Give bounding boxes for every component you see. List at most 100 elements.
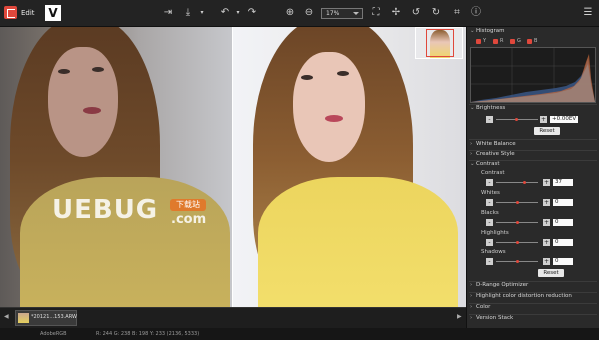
actual-size-icon[interactable]: ✢ xyxy=(390,7,402,19)
whites-value[interactable]: 0 xyxy=(553,199,573,206)
filmstrip: *20121...153.ARW xyxy=(0,307,466,328)
eye-left xyxy=(301,75,313,80)
white-balance-label: White Balance xyxy=(476,141,516,147)
contrast-label: Contrast xyxy=(481,170,505,176)
shadows-value[interactable]: 0 xyxy=(553,258,573,265)
filmstrip-next-icon[interactable]: ▶ xyxy=(457,313,462,320)
channel-r-label: R xyxy=(500,38,504,44)
settings-sliders-icon[interactable]: ☰ xyxy=(582,7,594,19)
filmstrip-file-name: *20121...153.ARW xyxy=(31,314,77,320)
creative-style-label: Creative Style xyxy=(476,151,515,157)
blacks-value[interactable]: 0 xyxy=(553,219,573,226)
channel-b-checkbox[interactable] xyxy=(527,39,532,44)
rotate-left-icon[interactable]: ↺ xyxy=(410,7,422,19)
highlight-distortion-header[interactable]: › Highlight color distortion reduction xyxy=(470,293,595,299)
navigator-viewport[interactable] xyxy=(426,29,454,57)
version-stack-label: Version Stack xyxy=(476,315,514,321)
whites-slider-thumb[interactable] xyxy=(516,201,519,204)
zoom-select[interactable]: 17% xyxy=(321,8,363,19)
contrast-slider-thumb[interactable] xyxy=(523,181,526,184)
filmstrip-prev-icon[interactable]: ◀ xyxy=(4,313,9,320)
creative-style-header[interactable]: › Creative Style xyxy=(470,151,595,157)
color-profile: AdobeRGB xyxy=(40,331,67,337)
highlight-distortion-label: Highlight color distortion reduction xyxy=(476,293,572,299)
shadows-decrease-button[interactable]: - xyxy=(486,258,493,265)
shadows-increase-button[interactable]: + xyxy=(543,258,550,265)
brightness-header[interactable]: ⌄Brightness xyxy=(470,105,595,111)
shadows-label: Shadows xyxy=(481,249,506,255)
highlights-label: Highlights xyxy=(481,230,509,236)
download-menu-icon[interactable]: ▾ xyxy=(196,7,208,19)
redo-icon[interactable]: ↷ xyxy=(246,7,258,19)
blacks-decrease-button[interactable]: - xyxy=(486,219,493,226)
brightness-label: Brightness xyxy=(476,105,506,111)
adjustment-panel: ⌄Histogram Y R G B ⌄Brightness - + +0.00… xyxy=(466,27,599,328)
zoom-in-icon[interactable]: ⊕ xyxy=(284,7,296,19)
export-icon[interactable]: ⇥ xyxy=(162,7,174,19)
dress-shape xyxy=(258,177,458,307)
contrast-value[interactable]: 37 xyxy=(553,179,573,186)
watermark-text: UEBUG xyxy=(52,195,159,225)
app-window: Edit V ⇥ ⤓ ▾ ↶ ▾ ↷ ⊕ ⊖ 17% ⛶ ✢ ↺ ↻ ⌗ ⓘ ☰ xyxy=(0,0,599,340)
fit-screen-icon[interactable]: ⛶ xyxy=(370,7,382,19)
highlights-increase-button[interactable]: + xyxy=(543,239,550,246)
whites-decrease-button[interactable]: - xyxy=(486,199,493,206)
filmstrip-item[interactable]: *20121...153.ARW xyxy=(15,310,77,326)
contrast-reset-button[interactable]: Reset xyxy=(538,269,564,277)
version-stack-header[interactable]: › Version Stack xyxy=(470,315,595,321)
navigator-thumbnail[interactable] xyxy=(415,27,463,59)
channel-y-label: Y xyxy=(483,38,487,44)
blacks-increase-button[interactable]: + xyxy=(543,219,550,226)
app-logo-icon xyxy=(4,6,17,19)
histogram-header[interactable]: ⌄Histogram xyxy=(470,28,595,34)
face-shape xyxy=(293,52,365,162)
contrast-slider[interactable] xyxy=(496,182,538,183)
filmstrip-thumbnail xyxy=(18,313,29,323)
contrast-increase-button[interactable]: + xyxy=(543,179,550,186)
channel-g-checkbox[interactable] xyxy=(510,39,515,44)
blacks-label: Blacks xyxy=(481,210,499,216)
brightness-reset-button[interactable]: Reset xyxy=(534,127,560,135)
pixel-readout: R: 244 G: 238 B: 198 Y: 233 (2136, 5333) xyxy=(96,331,200,337)
lips-shape xyxy=(83,107,101,114)
face-shape xyxy=(48,47,118,157)
eye-right xyxy=(92,67,104,72)
top-toolbar: Edit V ⇥ ⤓ ▾ ↶ ▾ ↷ ⊕ ⊖ 17% ⛶ ✢ ↺ ↻ ⌗ ⓘ ☰ xyxy=(0,0,599,27)
d-range-optimizer-header[interactable]: › D-Range Optimizer xyxy=(470,282,595,288)
highlights-slider-thumb[interactable] xyxy=(516,241,519,244)
blacks-slider-thumb[interactable] xyxy=(516,221,519,224)
highlights-value[interactable]: 0 xyxy=(553,239,573,246)
histogram-label: Histogram xyxy=(476,28,505,34)
histogram-plot xyxy=(471,48,595,102)
brightness-decrease-button[interactable]: - xyxy=(486,116,493,123)
mode-label: Edit xyxy=(21,9,35,17)
d-range-optimizer-label: D-Range Optimizer xyxy=(476,282,529,288)
brightness-increase-button[interactable]: + xyxy=(540,116,547,123)
channel-b-label: B xyxy=(534,38,538,44)
whites-increase-button[interactable]: + xyxy=(543,199,550,206)
watermark-tag: 下载站 xyxy=(170,199,206,211)
download-icon[interactable]: ⤓ xyxy=(182,7,194,19)
channel-r-checkbox[interactable] xyxy=(493,39,498,44)
undo-icon[interactable]: ↶ xyxy=(219,7,231,19)
histogram-graph xyxy=(470,47,596,103)
shadows-slider-thumb[interactable] xyxy=(516,260,519,263)
after-image xyxy=(233,27,466,307)
channel-y-checkbox[interactable] xyxy=(476,39,481,44)
undo-menu-icon[interactable]: ▾ xyxy=(232,7,244,19)
color-header[interactable]: › Color xyxy=(470,304,595,310)
color-label: Color xyxy=(476,304,491,310)
white-balance-header[interactable]: › White Balance xyxy=(470,141,595,147)
rotate-right-icon[interactable]: ↻ xyxy=(430,7,442,19)
brightness-value[interactable]: +0.00EV xyxy=(550,116,578,123)
crop-icon[interactable]: ⌗ xyxy=(451,7,463,19)
highlights-decrease-button[interactable]: - xyxy=(486,239,493,246)
watermark-com: .com xyxy=(171,212,207,227)
zoom-out-icon[interactable]: ⊖ xyxy=(303,7,315,19)
lips-shape xyxy=(325,115,343,122)
info-icon[interactable]: ⓘ xyxy=(470,7,482,19)
contrast-decrease-button[interactable]: - xyxy=(486,179,493,186)
contrast-header[interactable]: ⌄Contrast xyxy=(470,161,595,167)
image-viewer[interactable] xyxy=(0,27,466,307)
brightness-slider-thumb[interactable] xyxy=(515,118,518,121)
